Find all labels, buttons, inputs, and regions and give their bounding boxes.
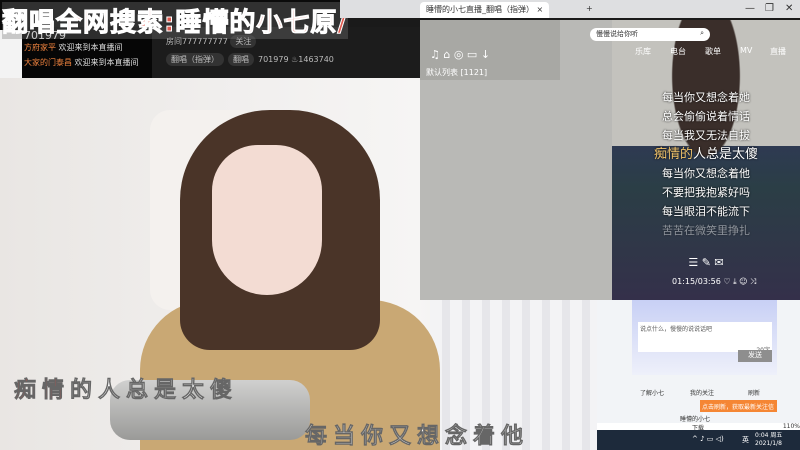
lyric-line: 每当你又想念着她 xyxy=(662,91,750,104)
tab-close-icon[interactable]: × xyxy=(537,5,544,14)
hot-count: 1463740 xyxy=(298,55,334,64)
zoom-level[interactable]: 110% xyxy=(783,423,800,430)
playlist-label[interactable]: 默认列表 [1121] xyxy=(420,61,560,84)
minimize-icon[interactable]: — xyxy=(745,3,755,14)
chat-text: 欢迎来到本直播间 xyxy=(74,58,139,67)
chat-text: 欢迎来到本直播间 xyxy=(58,43,123,52)
browser-tabbar: 睡懵的小七直播_翻唱（指弹） × + — ❐ ✕ xyxy=(340,0,800,18)
play-time: 01:15/03:56 xyxy=(672,277,721,286)
lyric-line: 不要把我抱紧好吗 xyxy=(662,186,750,199)
input-placeholder: 说点什么，慢慢的说说话吧 xyxy=(640,326,713,333)
nav-playlist[interactable]: 歌单 xyxy=(705,46,721,57)
lyric-line: 每当眼泪不能流下 xyxy=(662,205,750,218)
clock[interactable]: 0:04 周五 2021/1/8 xyxy=(755,432,782,448)
overlay-lyric-2: 每当你又想念着他 xyxy=(305,423,530,450)
new-tab-button[interactable]: + xyxy=(580,2,599,18)
lyrics-panel: 每当你又想念着她 总会偷偷说着情话 每当我又无法自拔 痴情的人总是太傻 每当你又… xyxy=(612,88,800,240)
player-nav-icons[interactable]: ♫ ⌂ ◎ ▭ ↓ xyxy=(420,20,560,61)
taskbar: ^ ♪ ▭ ◁) 英 0:04 周五 2021/1/8 xyxy=(597,430,800,450)
refresh-tooltip: 点击刷新，获取最新关注信息 xyxy=(700,400,777,420)
lyric-line: 每当你又想念着他 xyxy=(662,167,750,180)
lyric-line: 总会偷偷说着情话 xyxy=(662,110,750,123)
tab-title: 睡懵的小七直播_翻唱（指弹） xyxy=(426,5,534,14)
nav-mv[interactable]: MV xyxy=(740,46,752,55)
comment-input[interactable]: 说点什么，慢慢的说说话吧20字 xyxy=(638,322,772,354)
lyric-highlight: 痴情的 xyxy=(653,147,693,162)
lyric-line: 每当我又无法自拔 xyxy=(662,129,750,142)
lyric-rest: 人总是太傻 xyxy=(693,147,759,162)
fans-count: 701979 xyxy=(258,55,289,64)
streamer-face xyxy=(212,145,322,295)
category-dropdown[interactable]: 翻唱 xyxy=(228,53,254,66)
chat-user[interactable]: 方府家平 xyxy=(24,43,56,52)
overlay-lyric-rest: 的人总是太傻 xyxy=(70,377,239,404)
overlay-title: 翻唱全网搜索:睡懵的小七原/ xyxy=(2,2,348,39)
action-icons[interactable]: ♡ ⤓ ☺ ⤨ xyxy=(723,277,756,286)
nav-library[interactable]: 乐库 xyxy=(635,46,651,57)
nav-radio[interactable]: 电台 xyxy=(670,46,686,57)
tray-icons[interactable]: ^ ♪ ▭ ◁) xyxy=(692,435,724,443)
player-search[interactable]: 慢慢说给你听 ⌕ xyxy=(590,28,710,41)
clock-time: 0:04 周五 xyxy=(755,432,783,439)
nav-live[interactable]: 直播 xyxy=(770,46,786,57)
tab-about[interactable]: 了解小七 xyxy=(640,388,664,397)
maximize-icon[interactable]: ❐ xyxy=(765,3,774,14)
chat-message: 大家的门泰昌 欢迎来到本直播间 xyxy=(24,57,150,72)
overlay-lyric-red: 痴情 xyxy=(14,377,71,404)
lyric-line: 苦苦在微笑里挣扎 xyxy=(662,224,750,237)
chat-message: 方府家平 欢迎来到本直播间 xyxy=(24,42,150,57)
player-controls: ☰ ✎ ✉ 01:15/03:56 ♡ ⤓ ☺ ⤨ xyxy=(612,256,800,287)
tab-following[interactable]: 我的关注 xyxy=(690,388,714,397)
room-tag[interactable]: 翻唱（指弹） xyxy=(166,53,224,66)
ime-indicator[interactable]: 英 xyxy=(742,435,749,445)
refresh-button[interactable]: 刷新 xyxy=(748,388,760,397)
clock-date: 2021/1/8 xyxy=(755,440,782,447)
lyric-current: 痴情的人总是太傻 xyxy=(612,145,800,164)
close-icon[interactable]: ✕ xyxy=(785,3,793,14)
search-icon[interactable]: ⌕ xyxy=(700,29,704,38)
search-text: 慢慢说给你听 xyxy=(596,30,638,38)
lyric-tools-icons[interactable]: ☰ ✎ ✉ xyxy=(612,256,800,269)
send-button[interactable]: 发送 xyxy=(738,350,772,362)
player-sidebar: ♫ ⌂ ◎ ▭ ↓ 默认列表 [1121] xyxy=(420,20,560,80)
chat-user[interactable]: 大家的门泰昌 xyxy=(24,58,72,67)
browser-tab[interactable]: 睡懵的小七直播_翻唱（指弹） × xyxy=(420,2,550,18)
overlay-lyric-1: 痴情的人总是太傻 xyxy=(14,372,238,404)
streamer-name[interactable]: 睡懵的小七 xyxy=(680,414,710,423)
